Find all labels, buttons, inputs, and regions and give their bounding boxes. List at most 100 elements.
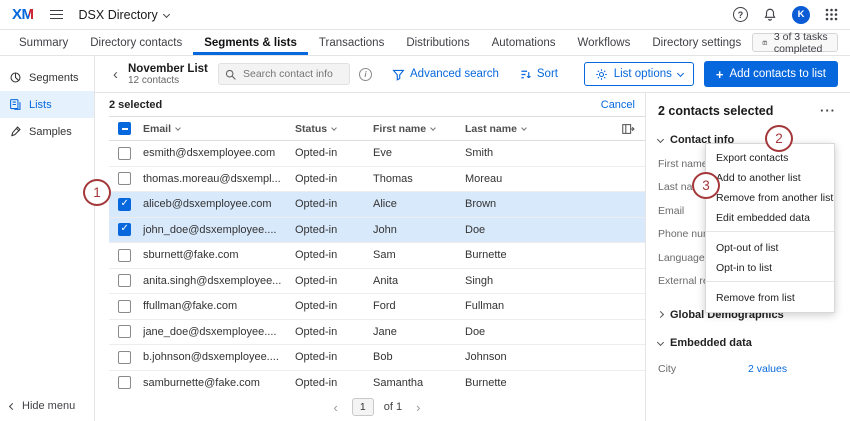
table-row[interactable]: jane_doe@dsxemployee.... Opted-in Jane D… (109, 320, 645, 345)
search-icon (225, 69, 236, 80)
nav-tab[interactable]: Summary (8, 30, 79, 55)
row-checkbox[interactable] (118, 146, 131, 160)
tasks-badge-label: 3 of 3 tasks completed (773, 30, 828, 55)
column-settings-button[interactable] (575, 122, 645, 136)
cell-email: sburnett@fake.com (143, 249, 239, 262)
context-menu: Export contacts Add to another list Remo… (705, 143, 835, 313)
column-header-email[interactable]: Email (143, 123, 295, 135)
search-input[interactable] (218, 63, 350, 85)
row-checkbox[interactable] (118, 376, 131, 390)
table-row[interactable]: thomas.moreau@dsxempl... Opted-in Thomas… (109, 167, 645, 192)
samples-icon (11, 126, 21, 137)
add-contacts-button[interactable]: + Add contacts to list (703, 61, 838, 87)
cell-status: Opted-in (295, 300, 338, 313)
tasks-badge[interactable]: 3 of 3 tasks completed (752, 30, 838, 55)
more-options-icon[interactable]: ··· (818, 103, 838, 118)
context-menu-item[interactable]: Edit embedded data (706, 208, 834, 232)
hamburger-menu-icon[interactable] (47, 7, 66, 23)
column-header-last-name[interactable]: Last name (465, 123, 575, 135)
list-title: November List (128, 62, 208, 75)
select-all-checkbox[interactable] (118, 122, 131, 135)
list-title-block: November List 12 contacts (128, 62, 208, 86)
table-row[interactable]: aliceb@dsxemployee.com Opted-in Alice Br… (109, 192, 645, 218)
cell-last-name: Smith (465, 147, 494, 160)
cell-first-name: Bob (373, 351, 393, 364)
chevron-right-icon (656, 310, 665, 318)
context-menu-item[interactable]: Opt-out of list (706, 238, 834, 258)
cell-first-name: Thomas (373, 172, 413, 185)
chevron-down-icon (656, 338, 665, 346)
advanced-search-button[interactable]: Advanced search (392, 68, 499, 81)
cell-first-name: Samantha (373, 376, 424, 389)
sort-button[interactable]: Sort (519, 68, 558, 81)
table-row[interactable]: sburnett@fake.com Opted-in Sam Burnette (109, 243, 645, 269)
context-menu-item[interactable]: Export contacts (706, 148, 834, 168)
previous-page-button[interactable]: ‹ (330, 400, 342, 415)
sidebar-item-lists[interactable]: Lists (0, 91, 94, 118)
user-avatar[interactable]: K (792, 5, 810, 24)
row-checkbox[interactable] (118, 172, 131, 186)
apps-grid-icon[interactable] (825, 8, 838, 21)
table-row[interactable]: b.johnson@dsxemployee.... Opted-in Bob J… (109, 345, 645, 371)
add-contacts-label: Add contacts to list (729, 68, 826, 80)
table-row[interactable]: anita.singh@dsxemployee... Opted-in Anit… (109, 269, 645, 294)
row-checkbox[interactable] (118, 223, 131, 237)
cell-status: Opted-in (295, 351, 338, 364)
list-options-label: List options (613, 68, 672, 80)
cell-last-name: Brown (465, 198, 497, 211)
details-panel-header: 2 contacts selected ··· (658, 103, 838, 118)
nav-tab[interactable]: Automations (481, 30, 567, 55)
help-icon[interactable]: ? (733, 7, 748, 22)
nav-tab[interactable]: Distributions (395, 30, 480, 55)
app-window: X M M DSX Directory ? K Summary Director… (0, 0, 850, 421)
context-menu-item[interactable]: Opt-in to list (706, 258, 834, 282)
filter-funnel-icon (392, 69, 405, 81)
topbar-actions: ? K (733, 5, 838, 24)
city-values-link[interactable]: 2 values (748, 363, 787, 375)
cell-first-name: Alice (373, 198, 397, 211)
table-row[interactable]: ffullman@fake.com Opted-in Ford Fullman (109, 294, 645, 320)
nav-tab[interactable]: Transactions (308, 30, 395, 55)
topbar: X M M DSX Directory ? K (0, 0, 850, 30)
context-menu-item[interactable]: Remove from another list (706, 188, 834, 208)
gear-icon (595, 68, 607, 80)
table-row[interactable]: esmith@dsxemployee.com Opted-in Eve Smit… (109, 141, 645, 167)
directory-title-dropdown[interactable]: DSX Directory (79, 8, 170, 22)
row-checkbox[interactable] (118, 299, 131, 313)
notifications-bell-icon[interactable] (763, 7, 777, 22)
row-checkbox[interactable] (118, 350, 131, 364)
annotation-circle-3: 3 (692, 172, 720, 199)
back-button[interactable]: ‹ (109, 66, 122, 83)
plus-icon: + (715, 66, 724, 82)
search-box (218, 63, 350, 85)
list-options-button[interactable]: List options (583, 62, 694, 86)
sidebar-item-samples[interactable]: Samples (0, 118, 94, 145)
context-menu-item[interactable]: Add to another list (706, 168, 834, 188)
cell-first-name: Sam (373, 249, 396, 262)
hide-menu-label: Hide menu (22, 400, 76, 412)
next-page-button[interactable]: › (412, 400, 424, 415)
current-page[interactable]: 1 (351, 398, 374, 416)
nav-tab[interactable]: Directory settings (641, 30, 752, 55)
sidebar-item-segments[interactable]: Segments (0, 64, 94, 91)
table-row[interactable]: john_doe@dsxemployee.... Opted-in John D… (109, 217, 645, 243)
section-embedded-data[interactable]: Embedded data (656, 337, 838, 349)
nav-tab[interactable]: Directory contacts (79, 30, 193, 55)
table-row[interactable]: samburnette@fake.com Opted-in Samantha B… (109, 371, 645, 394)
row-checkbox[interactable] (118, 325, 131, 339)
hide-menu-button[interactable]: Hide menu (8, 400, 76, 412)
cell-last-name: Doe (465, 223, 486, 236)
column-header-first-name[interactable]: First name (373, 123, 465, 135)
column-header-status[interactable]: Status (295, 123, 373, 135)
cancel-selection-link[interactable]: Cancel (601, 99, 635, 111)
chevron-down-icon (430, 124, 436, 131)
cell-last-name: Doe (465, 325, 486, 338)
row-checkbox[interactable] (118, 248, 131, 262)
nav-tab[interactable]: Segments & lists (193, 30, 308, 55)
info-icon[interactable]: i (359, 67, 372, 81)
cell-last-name: Moreau (465, 172, 503, 185)
row-checkbox[interactable] (118, 197, 131, 211)
nav-tab[interactable]: Workflows (567, 30, 642, 55)
context-menu-item[interactable]: Remove from list (706, 288, 834, 308)
row-checkbox[interactable] (118, 274, 131, 288)
